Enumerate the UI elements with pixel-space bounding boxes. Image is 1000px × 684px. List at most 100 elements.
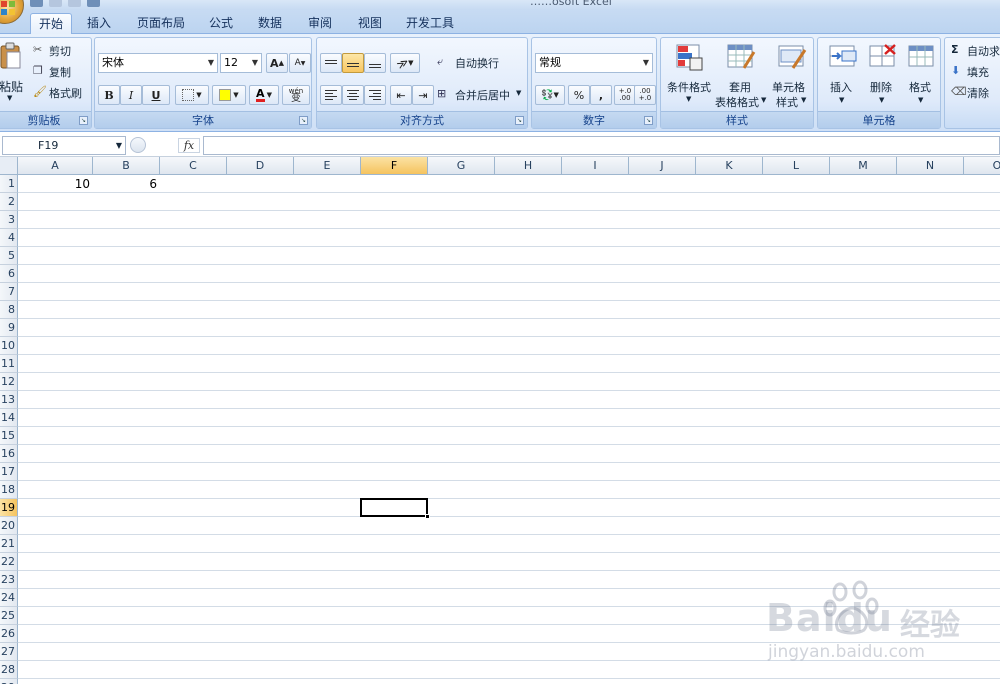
align-top-button[interactable] [320,53,342,73]
row-header-16[interactable]: 16 [0,445,18,463]
row-header-27[interactable]: 27 [0,643,18,661]
delete-cells-button[interactable]: 删除 ▼ [864,42,902,112]
align-middle-button[interactable] [342,53,364,73]
save-icon[interactable] [30,0,43,7]
column-header-g[interactable]: G [428,157,495,175]
row-header-8[interactable]: 8 [0,301,18,319]
row-header-13[interactable]: 13 [0,391,18,409]
print-icon[interactable] [87,0,100,7]
column-header-k[interactable]: K [696,157,763,175]
row-header-23[interactable]: 23 [0,571,18,589]
undo-icon[interactable] [49,0,62,7]
comma-button[interactable]: , [590,85,612,105]
row-header-28[interactable]: 28 [0,661,18,679]
tab-review[interactable]: 审阅 [302,13,338,34]
column-header-o[interactable]: O [964,157,1000,175]
row-header-25[interactable]: 25 [0,607,18,625]
row-header-11[interactable]: 11 [0,355,18,373]
fill-handle[interactable] [425,514,430,519]
row-header-15[interactable]: 15 [0,427,18,445]
row-header-7[interactable]: 7 [0,283,18,301]
italic-button[interactable]: I [120,85,142,105]
row-header-5[interactable]: 5 [0,247,18,265]
fill-color-button[interactable]: ▼ [212,85,246,105]
select-all-button[interactable] [0,157,18,175]
row-header-1[interactable]: 1 [0,175,18,193]
tab-page-layout[interactable]: 页面布局 [132,13,190,34]
column-header-e[interactable]: E [294,157,361,175]
column-header-h[interactable]: H [495,157,562,175]
column-header-m[interactable]: M [830,157,897,175]
bold-button[interactable]: B [98,85,120,105]
underline-button[interactable]: U [142,85,170,105]
column-header-f[interactable]: F [361,157,428,175]
formula-bar-splitter[interactable] [130,137,146,153]
row-header-12[interactable]: 12 [0,373,18,391]
cell-area[interactable] [18,175,1000,684]
grow-font-button[interactable]: A ▲ [266,53,288,73]
column-header-i[interactable]: I [562,157,629,175]
conditional-formatting-button[interactable]: 条件格式 ▼ [665,42,713,112]
tab-insert[interactable]: 插入 [80,13,118,34]
number-launcher-icon[interactable]: ↘ [644,116,653,125]
row-header-29[interactable]: 29 [0,679,18,684]
row-header-22[interactable]: 22 [0,553,18,571]
font-color-button[interactable]: A ▼ [249,85,279,105]
font-name-select[interactable]: 宋体 ▼ [98,53,218,73]
column-header-a[interactable]: A [18,157,93,175]
tab-home[interactable]: 开始 [30,13,72,35]
format-cells-button[interactable]: 格式 ▼ [904,42,940,112]
row-header-14[interactable]: 14 [0,409,18,427]
phonetic-button[interactable]: wén 变 [282,85,310,105]
alignment-launcher-icon[interactable]: ↘ [515,116,524,125]
row-header-4[interactable]: 4 [0,229,18,247]
active-cell[interactable] [360,498,428,517]
orientation-button[interactable]: ≫ ▼ [390,53,420,73]
column-header-b[interactable]: B [93,157,160,175]
row-header-24[interactable]: 24 [0,589,18,607]
insert-cells-button[interactable]: 插入 ▼ [824,42,862,112]
font-size-select[interactable]: 12 ▼ [220,53,262,73]
column-header-c[interactable]: C [160,157,227,175]
tab-developer[interactable]: 开发工具 [400,13,460,34]
name-box[interactable]: F19 ▼ [2,136,126,155]
row-header-6[interactable]: 6 [0,265,18,283]
cell-a1[interactable]: 10 [18,175,93,193]
paste-button[interactable]: 粘贴 ▼ [0,42,25,104]
wrap-text-button[interactable]: ⤶ 自动换行 [437,55,527,73]
column-header-l[interactable]: L [763,157,830,175]
row-header-19[interactable]: 19 [0,499,18,517]
decrease-indent-button[interactable]: ⇤ [390,85,412,105]
insert-function-icon[interactable]: fx [178,138,200,153]
row-header-26[interactable]: 26 [0,625,18,643]
row-header-21[interactable]: 21 [0,535,18,553]
percent-button[interactable]: % [568,85,590,105]
formula-input[interactable] [203,136,1000,155]
row-header-20[interactable]: 20 [0,517,18,535]
align-left-button[interactable] [320,85,342,105]
tab-data[interactable]: 数据 [252,13,288,34]
cell-styles-button[interactable]: 单元格 样式 ▼ [769,42,815,112]
cell-b1[interactable]: 6 [93,175,160,193]
column-header-d[interactable]: D [227,157,294,175]
column-header-n[interactable]: N [897,157,964,175]
center-button[interactable] [342,85,364,105]
accounting-format-button[interactable]: 💱 ▼ [535,85,565,105]
font-launcher-icon[interactable]: ↘ [299,116,308,125]
tab-view[interactable]: 视图 [352,13,388,34]
redo-icon[interactable] [68,0,81,7]
increase-decimal-button[interactable]: +.0 .00 [614,85,636,105]
column-header-j[interactable]: J [629,157,696,175]
row-header-2[interactable]: 2 [0,193,18,211]
row-header-3[interactable]: 3 [0,211,18,229]
merge-center-button[interactable]: ⊞ 合并后居中 ▼ [437,87,527,105]
shrink-font-button[interactable]: A ▼ [289,53,311,73]
decrease-decimal-button[interactable]: .00 +.0 [634,85,656,105]
clipboard-launcher-icon[interactable]: ↘ [79,116,88,125]
row-header-18[interactable]: 18 [0,481,18,499]
align-bottom-button[interactable] [364,53,386,73]
row-header-17[interactable]: 17 [0,463,18,481]
increase-indent-button[interactable]: ⇥ [412,85,434,105]
tab-formulas[interactable]: 公式 [203,13,239,34]
format-as-table-button[interactable]: 套用 表格格式 ▼ [713,42,769,112]
